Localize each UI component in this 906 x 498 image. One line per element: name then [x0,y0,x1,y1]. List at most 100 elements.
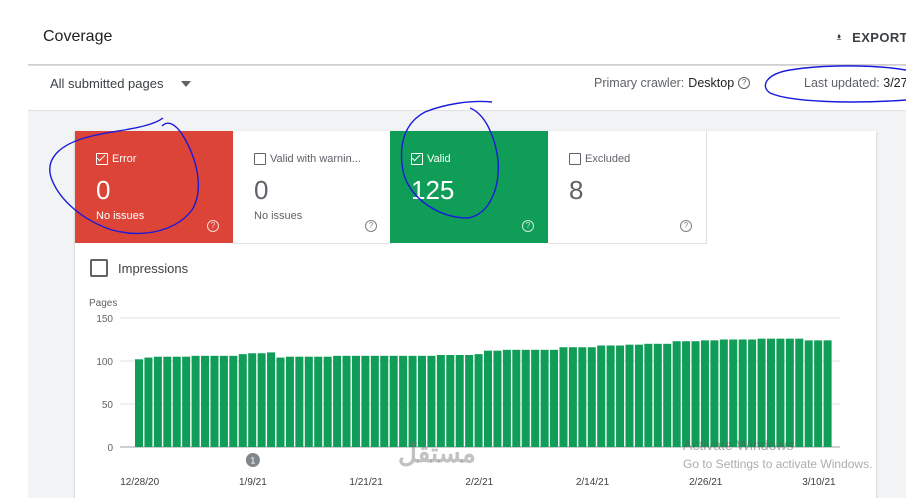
chart-bar [616,345,625,447]
chart-bar [644,343,653,447]
chart-bar [380,355,389,447]
updated-label: Last updated: [804,76,880,90]
checkbox-icon[interactable] [569,153,581,165]
y-axis-label: Pages [89,298,117,309]
x-tick-label: 12/28/20 [120,477,159,488]
chart-bar [502,349,511,447]
chart-bar [653,343,662,447]
tile-valid[interactable]: Valid 125 ? [390,131,548,243]
chart-bar [672,341,681,447]
help-icon[interactable]: ? [738,77,751,89]
chart-bar [597,345,606,447]
chart-bar [795,338,804,447]
site-logo: مستقل [398,438,476,468]
chart-bar [474,354,483,447]
chart-bar [389,355,398,447]
chart-bar [634,344,643,447]
chart-bar [766,338,775,447]
y-tick-label: 0 [107,443,113,454]
chart-bar [276,357,285,447]
chart-bar [540,349,549,447]
primary-crawler: Primary crawler: Desktop ? [594,76,751,90]
chart-bar [144,357,153,447]
tile-value: 0 [96,175,111,205]
submitted-pages-dropdown[interactable]: All submitted pages [50,76,192,91]
chart-bar [814,340,823,447]
tile-status: No issues [254,210,303,222]
chart-bar [219,355,228,447]
chart-bar [738,339,747,447]
chart-bar [804,340,813,447]
chart-bar [823,340,832,447]
tile-valid-with-warnings[interactable]: Valid with warnin... 0 No issues ? [233,131,392,244]
chart-bar [408,355,417,447]
checkbox-icon[interactable] [96,153,108,165]
dropdown-value: All submitted pages [50,76,164,91]
chevron-down-icon [181,80,192,87]
chart-bar [484,350,493,447]
tile-excluded[interactable]: Excluded 8 ? [548,131,707,244]
chart-bar [455,354,464,447]
x-tick-label: 2/26/21 [689,477,723,488]
chart-bar [550,349,559,447]
chart-bar [729,339,738,447]
help-icon[interactable]: ? [365,220,377,232]
chart-bar [304,356,313,447]
chart-bar [719,339,728,447]
chart-bar [710,340,719,447]
chart-bar [342,355,351,447]
checkbox-icon[interactable] [254,153,266,165]
filter-bar: All submitted pages Primary crawler: Des… [28,66,906,111]
impressions-label: Impressions [118,260,189,276]
chart-bar [625,344,634,447]
impressions-toggle[interactable]: Impressions [90,259,188,277]
chart-bar [370,355,379,447]
chart-bar [691,341,700,447]
chart-bar [238,354,247,447]
watermark-line-1: Activate Windows [683,437,794,453]
chart-bar [172,356,181,447]
chart-bar [531,349,540,447]
chart-bar [153,356,162,447]
chart-bar [427,355,436,447]
chart-bar [436,354,445,447]
chart-bar [135,359,144,447]
chart-bar [559,347,568,447]
tile-error[interactable]: Error 0 No issues ? [75,131,233,243]
chart-bar [285,356,294,447]
chart-bar [568,347,577,447]
help-icon[interactable]: ? [207,220,219,232]
tile-label: Excluded [585,153,631,165]
tile-label: Valid with warnin... [270,153,361,165]
chart-bar [785,338,794,447]
y-tick-label: 150 [96,314,113,325]
chart-bar [229,355,238,447]
chart-bar [682,341,691,447]
checkbox-icon[interactable] [90,259,108,277]
annotation-marker-label: 1 [250,456,255,466]
chart-bar [399,355,408,447]
chart-bar [748,339,757,447]
export-label: EXPORT [852,29,906,45]
chart-bar [700,340,709,447]
chart-bar [210,355,219,447]
chart-bar [248,353,257,447]
chart-bar [776,338,785,447]
chart-bar [201,355,210,447]
chart-bar [163,356,172,447]
windows-activation-watermark: Activate Windows Go to Settings to activ… [683,436,872,474]
chart-bar [323,356,332,447]
checkbox-icon[interactable] [411,153,423,165]
chart-bar [493,350,502,447]
export-button[interactable]: EXPORT [828,22,906,52]
help-icon[interactable]: ? [522,220,534,232]
last-updated: Last updated: 3/27/21 [804,76,906,90]
y-tick-label: 100 [96,357,113,368]
x-tick-label: 1/9/21 [239,477,267,488]
chart-bar [417,355,426,447]
chart-bar [606,345,615,447]
tile-label: Valid [427,153,451,165]
chart-bar [267,352,276,447]
help-icon[interactable]: ? [680,220,692,232]
crawler-label: Primary crawler: [594,76,685,90]
